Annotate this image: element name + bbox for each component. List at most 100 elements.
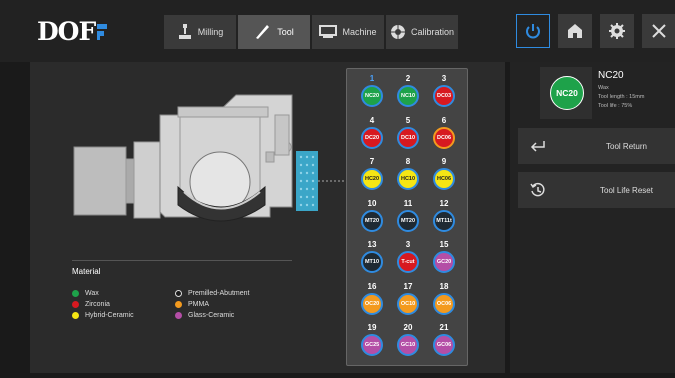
gear-icon	[609, 23, 625, 39]
tool-slot[interactable]: 9 HC06	[429, 157, 459, 190]
return-icon	[530, 141, 545, 152]
top-bar: DOF Milling Tool Machine Calibration	[0, 0, 675, 62]
tool-slot-number: 4	[369, 115, 375, 125]
home-button[interactable]	[558, 14, 592, 48]
tool-slot-badge: GC25	[361, 334, 383, 356]
tool-slot[interactable]: 8 HC10	[393, 157, 423, 190]
tool-slot[interactable]: 16 OC20	[357, 282, 387, 315]
tool-icon	[256, 25, 270, 39]
home-icon	[568, 24, 582, 38]
tool-slot-number: 20	[403, 323, 413, 332]
selected-tool-length: Tool length : 15mm	[598, 94, 645, 100]
tab-tool[interactable]: Tool	[238, 15, 310, 49]
tool-slot-badge: GC20	[433, 251, 455, 273]
tool-slot-badge: NC10	[397, 85, 419, 107]
tool-slot-number: 10	[367, 198, 377, 208]
selected-tool-life: Tool life : 75%	[598, 103, 633, 109]
power-icon	[526, 24, 540, 39]
tool-slot-badge: OC20	[361, 292, 383, 315]
tool-return-button[interactable]: Tool Return	[518, 128, 675, 164]
tool-slot[interactable]: 13 MT10	[357, 240, 387, 273]
legend-item-zirconia: Zirconia	[72, 301, 175, 308]
tool-slot[interactable]: 3 T-cut	[393, 240, 423, 273]
legend-item-wax: Wax	[72, 290, 175, 297]
tab-machine-label: Machine	[342, 27, 377, 37]
tab-milling-label: Milling	[197, 27, 224, 37]
tool-slot[interactable]: 3 DC03	[429, 74, 459, 107]
tool-slot-number: 13	[367, 240, 377, 249]
tool-slot-number: 18	[439, 281, 449, 291]
calibration-icon	[390, 25, 405, 39]
tool-slot[interactable]: 18 OC06	[429, 282, 459, 315]
tool-slot-badge: GC06	[433, 334, 455, 356]
tool-slot[interactable]: 20 GC10	[393, 323, 423, 356]
tool-slot-badge: OC06	[433, 292, 455, 315]
history-icon	[530, 182, 545, 197]
tool-slot[interactable]: 11 MT20	[393, 199, 423, 232]
tool-slot[interactable]: 15 GC20	[429, 240, 459, 273]
tool-slot-number: 15	[439, 240, 449, 249]
tool-slot[interactable]: 6 DC06	[429, 116, 459, 149]
tool-slot-number: 12	[439, 198, 449, 208]
tool-slot-badge: MT11t	[433, 209, 455, 232]
tool-slot-badge: DC03	[433, 85, 455, 107]
tool-slot-badge: MT20	[361, 209, 383, 232]
selected-tool-info: NC20 NC20 Wax Tool length : 15mm Tool li…	[540, 67, 675, 119]
tool-life-reset-button[interactable]: Tool Life Reset	[518, 172, 675, 208]
close-button[interactable]	[642, 14, 675, 48]
legend-title: Material	[72, 267, 101, 276]
legend-item-premilled-abutment: Premilled-Abutment	[175, 290, 278, 297]
tool-slot[interactable]: 4 DC20	[357, 116, 387, 149]
tab-machine[interactable]: Machine	[312, 15, 384, 49]
tab-tool-label: Tool	[277, 27, 294, 37]
tool-slot-badge: NC20	[361, 85, 383, 107]
tool-slot[interactable]: 10 MT20	[357, 199, 387, 232]
tool-slot-badge: HC06	[433, 168, 455, 190]
tab-calibration-label: Calibration	[410, 27, 455, 37]
tool-slot-badge: DC20	[361, 126, 383, 149]
tool-slot-badge: GC10	[397, 334, 419, 356]
tool-slot-badge: MT20	[397, 209, 419, 232]
tool-slot-number: 9	[441, 157, 447, 166]
tool-return-label: Tool Return	[606, 141, 647, 151]
material-legend: Material Wax Premilled-Abutment Zirconia…	[72, 260, 292, 323]
tool-slot-number: 6	[441, 115, 447, 125]
tool-slot-number: 11	[403, 198, 413, 208]
tab-calibration[interactable]: Calibration	[386, 15, 458, 49]
machine-diagram	[73, 94, 348, 222]
tool-magazine: 1 NC20 2 NC10 3 DC03 4 DC20 5 DC10 6 DC06 7 HC20 8 HC10…	[346, 68, 468, 366]
selected-tool-name: NC20	[598, 70, 624, 81]
close-icon	[651, 24, 666, 38]
tab-milling[interactable]: Milling	[164, 15, 236, 49]
machine-icon	[319, 25, 338, 38]
tool-slot-number: 8	[405, 157, 411, 166]
milling-icon	[178, 24, 191, 39]
tool-slot-number: 2	[405, 74, 411, 83]
tool-slot-number: 1	[369, 74, 375, 83]
tool-slot[interactable]: 7 HC20	[357, 157, 387, 190]
tool-slot-badge: HC20	[361, 168, 383, 190]
legend-item-hybrid-ceramic: Hybrid-Ceramic	[72, 312, 175, 319]
tool-slot[interactable]: 21 GC06	[429, 323, 459, 356]
tool-slot[interactable]: 2 NC10	[393, 74, 423, 107]
tool-slot-number: 21	[439, 323, 449, 332]
tool-slot[interactable]: 1 NC20	[357, 74, 387, 107]
tool-slot-number: 7	[369, 157, 375, 166]
tool-slot[interactable]: 17 OC10	[393, 282, 423, 315]
tool-slot-number: 16	[367, 281, 377, 291]
main-tabs: Milling Tool Machine Calibration	[164, 15, 460, 49]
selected-tool-badge: NC20	[550, 76, 584, 110]
tool-slot[interactable]: 19 GC25	[357, 323, 387, 356]
power-button[interactable]	[516, 14, 550, 48]
tool-slot-badge: HC10	[397, 168, 419, 190]
tool-slot-badge: DC10	[397, 126, 419, 149]
tool-slot-badge: OC10	[397, 292, 419, 315]
selected-tool-material: Wax	[598, 85, 609, 91]
tool-slot-badge: DC06	[433, 126, 455, 149]
tool-slot[interactable]: 12 MT11t	[429, 199, 459, 232]
legend-item-glass-ceramic: Glass-Ceramic	[175, 312, 278, 319]
tool-slot-number: 19	[367, 323, 377, 332]
tool-slot-badge: MT10	[361, 251, 383, 273]
tool-slot[interactable]: 5 DC10	[393, 116, 423, 149]
settings-button[interactable]	[600, 14, 634, 48]
